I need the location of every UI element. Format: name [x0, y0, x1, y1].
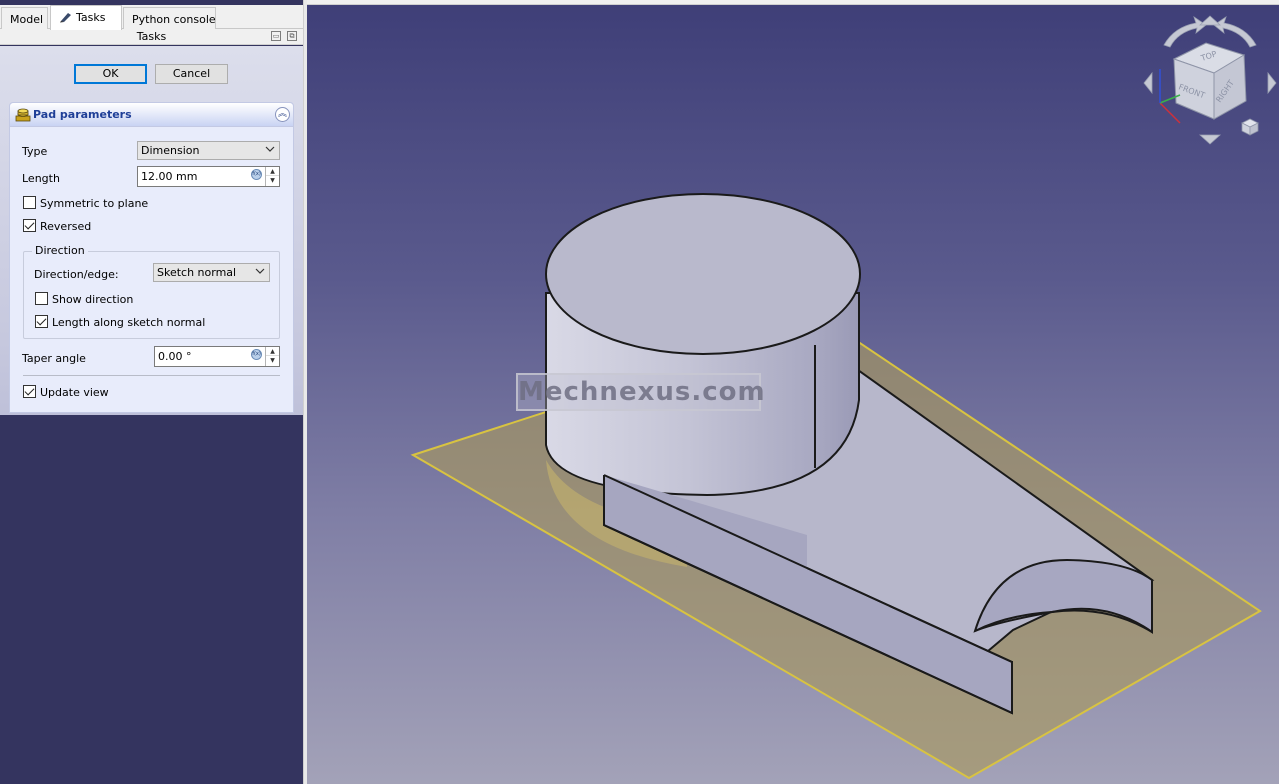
- type-select-value: Dimension: [141, 144, 200, 157]
- symmetric-label: Symmetric to plane: [40, 197, 149, 210]
- update-view-checkbox[interactable]: [23, 385, 36, 398]
- rotate-right-icon[interactable]: [1213, 16, 1257, 48]
- direction-group-title: Direction: [32, 244, 88, 257]
- tab-model-label: Model: [10, 13, 44, 26]
- spin-up-icon[interactable]: ▲: [266, 347, 279, 356]
- show-direction-checkbox[interactable]: [35, 292, 48, 305]
- type-select[interactable]: Dimension: [137, 141, 280, 160]
- expression-icon[interactable]: f(x): [251, 169, 262, 180]
- rotate-left-icon[interactable]: [1163, 16, 1207, 48]
- taper-angle-value: 0.00 °: [158, 350, 192, 363]
- watermark: Mechnexus.com: [516, 373, 765, 411]
- expression-icon[interactable]: f(x): [251, 349, 262, 360]
- direction-group: Direction Direction/edge: Sketch normal …: [23, 244, 280, 339]
- tab-tasks[interactable]: Tasks: [50, 5, 122, 30]
- tasks-dock-header: Tasks ▭ ⧉: [0, 29, 303, 45]
- spin-down-icon[interactable]: ▼: [266, 356, 279, 365]
- length-label: Length: [22, 172, 60, 185]
- chevron-down-icon: [265, 146, 275, 152]
- combo-tabbar: Model Tasks Python console: [0, 5, 303, 30]
- spin-down-icon[interactable]: ▼: [266, 176, 279, 185]
- view-left-arrow-icon[interactable]: [1143, 71, 1153, 95]
- view-menu-cube-icon[interactable]: [1241, 118, 1259, 136]
- type-label: Type: [22, 145, 48, 158]
- ok-button[interactable]: OK: [74, 64, 147, 84]
- length-input-value: 12.00 mm: [141, 170, 198, 183]
- view-up-arrow-icon[interactable]: [1198, 15, 1222, 26]
- taper-spin-buttons[interactable]: ▲ ▼: [265, 347, 279, 366]
- pencil-icon: [60, 13, 71, 23]
- show-direction-label: Show direction: [52, 293, 134, 306]
- tab-tasks-label: Tasks: [76, 11, 106, 24]
- reversed-checkbox[interactable]: [23, 219, 36, 232]
- separator: [23, 375, 280, 376]
- tab-python-label: Python console: [132, 13, 216, 26]
- taper-angle-input[interactable]: 0.00 ° f(x) ▲ ▼: [154, 346, 280, 367]
- direction-edge-label: Direction/edge:: [34, 268, 119, 281]
- tab-python-console[interactable]: Python console: [123, 7, 216, 29]
- pad-parameters-title: Pad parameters: [33, 108, 132, 121]
- dock-restore-icon[interactable]: ▭: [271, 31, 281, 41]
- length-along-normal-checkbox[interactable]: [35, 315, 48, 328]
- pad-parameters-panel: Pad parameters ︽ Type Dimension Length 1…: [9, 102, 294, 413]
- 3d-viewport[interactable]: Mechnexus.com TOP FRONT RIGHT: [307, 5, 1279, 784]
- symmetric-checkbox[interactable]: [23, 196, 36, 209]
- view-down-arrow-icon[interactable]: [1198, 134, 1222, 145]
- reversed-label: Reversed: [40, 220, 92, 233]
- pad-icon: [15, 108, 31, 122]
- cancel-button[interactable]: Cancel: [155, 64, 228, 84]
- cylinder-top-face[interactable]: [545, 193, 861, 355]
- task-panel-empty-area: [0, 415, 303, 784]
- direction-edge-select[interactable]: Sketch normal: [153, 263, 270, 282]
- tasks-header-title: Tasks: [136, 30, 167, 43]
- 3d-model-scene: [410, 193, 1262, 780]
- direction-edge-value: Sketch normal: [157, 266, 237, 279]
- view-right-arrow-icon[interactable]: [1267, 71, 1277, 95]
- collapse-chevron-icon[interactable]: ︽: [275, 107, 290, 122]
- spin-up-icon[interactable]: ▲: [266, 167, 279, 176]
- length-along-normal-label: Length along sketch normal: [52, 316, 206, 329]
- dock-float-icon[interactable]: ⧉: [287, 31, 297, 41]
- taper-angle-label: Taper angle: [22, 352, 86, 365]
- navigation-cube[interactable]: TOP FRONT RIGHT: [1140, 11, 1279, 146]
- axis-x-icon: [1159, 102, 1181, 124]
- chevron-down-icon: [255, 268, 265, 274]
- length-input[interactable]: 12.00 mm f(x) ▲ ▼: [137, 166, 280, 187]
- length-spin-buttons[interactable]: ▲ ▼: [265, 167, 279, 186]
- combo-view: Model Tasks Python console Tasks ▭ ⧉ OK …: [0, 0, 303, 784]
- update-view-label: Update view: [40, 386, 109, 399]
- pad-parameters-titlebar[interactable]: Pad parameters ︽: [10, 103, 293, 127]
- tab-model[interactable]: Model: [1, 7, 48, 29]
